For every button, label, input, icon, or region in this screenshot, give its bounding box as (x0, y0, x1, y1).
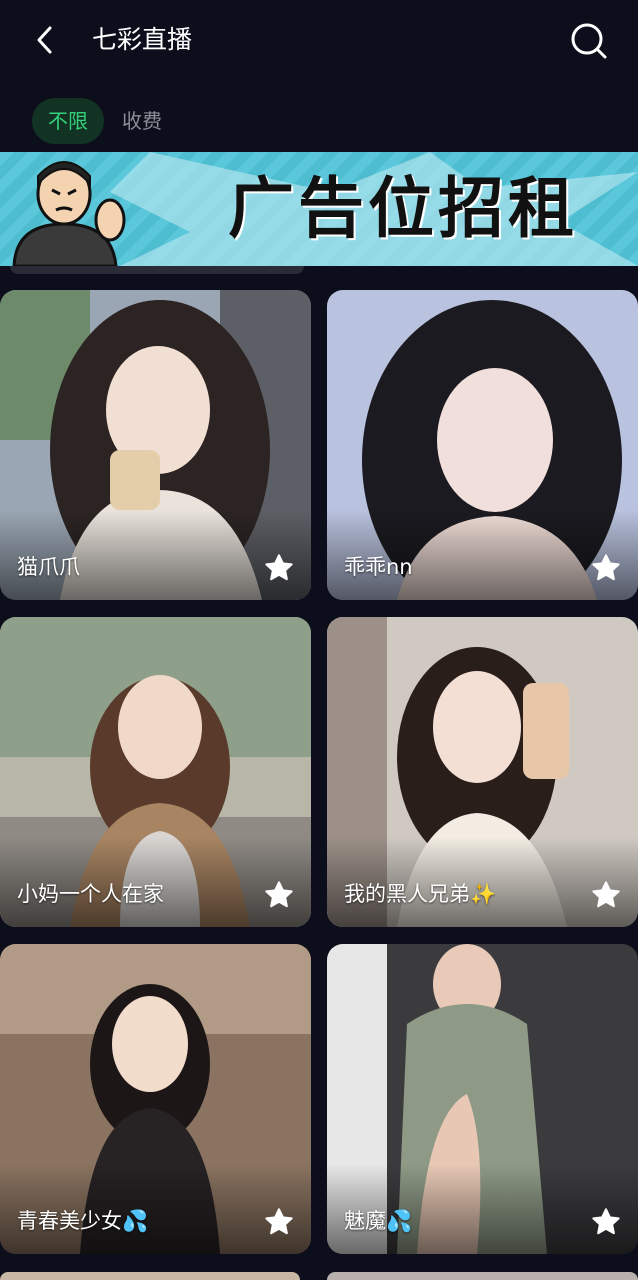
next-card-peek (327, 1272, 638, 1280)
favorite-star-icon[interactable] (263, 552, 295, 584)
streamer-card[interactable]: 乖乖nn (327, 290, 638, 600)
streamer-name: 乖乖nn (344, 555, 413, 579)
top-bar: 七彩直播 (0, 0, 638, 80)
page-title: 七彩直播 (92, 25, 193, 54)
back-arrow-icon[interactable] (26, 20, 66, 60)
streamer-card[interactable]: 小妈一个人在家 (0, 617, 311, 927)
streamer-name: 猫爪爪 (17, 555, 80, 579)
banner-text: 广告位招租 (228, 170, 578, 247)
favorite-star-icon[interactable] (590, 879, 622, 911)
favorite-star-icon[interactable] (590, 552, 622, 584)
cartoon-man-image (12, 161, 126, 266)
streamer-name: 我的黑人兄弟✨ (344, 882, 497, 906)
next-card-peek (0, 1272, 300, 1280)
favorite-star-icon[interactable] (263, 1206, 295, 1238)
streamer-card[interactable]: 我的黑人兄弟✨ (327, 617, 638, 927)
streamer-name: 青春美少女💦 (17, 1209, 149, 1233)
streamer-name: 魅魔💦 (344, 1209, 413, 1233)
favorite-star-icon[interactable] (590, 1206, 622, 1238)
streamer-card[interactable]: 猫爪爪 (0, 290, 311, 600)
tab-paid[interactable]: 收费 (120, 98, 164, 144)
banner-underline (10, 266, 304, 274)
streamer-card[interactable]: 青春美少女💦 (0, 944, 311, 1254)
streamer-name: 小妈一个人在家 (17, 882, 164, 906)
tab-unlimited[interactable]: 不限 (32, 98, 104, 144)
favorite-star-icon[interactable] (263, 879, 295, 911)
streamer-card[interactable]: 魅魔💦 (327, 944, 638, 1254)
search-icon[interactable] (566, 18, 610, 62)
ad-banner[interactable]: 广告位招租 (0, 152, 638, 266)
